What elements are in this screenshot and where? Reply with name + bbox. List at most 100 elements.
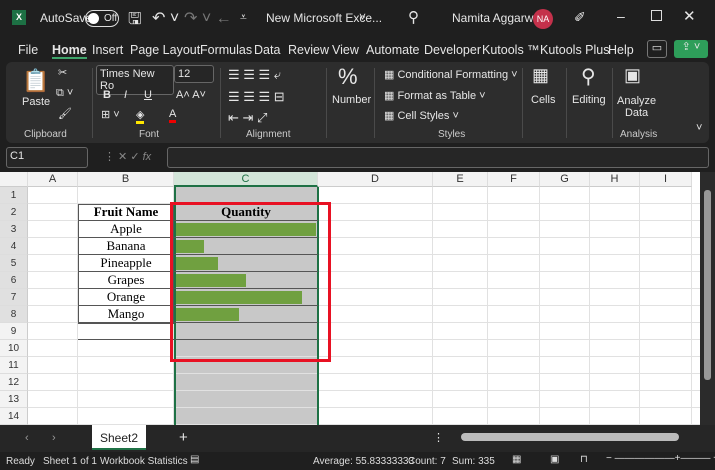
row-header-7[interactable]: 7 [0, 289, 28, 306]
font-size-select[interactable]: 12 [174, 65, 214, 83]
column-header-C[interactable]: C [174, 172, 318, 187]
page-layout-view-icon[interactable]: ▣ [550, 454, 559, 465]
cut-icon[interactable]: ✂ [58, 66, 67, 79]
pen-icon[interactable]: ✐ [574, 9, 586, 26]
tab-kutools[interactable]: Kutools ™ [482, 43, 540, 57]
save-icon[interactable]: 🖫 [128, 8, 142, 35]
tab-help[interactable]: Help [608, 43, 634, 57]
cells-button[interactable]: Cells [531, 94, 555, 106]
fruit-name-cell[interactable]: Orange [78, 289, 174, 306]
undo-icon[interactable]: ↶ ˅ [152, 8, 179, 28]
borders-icon[interactable]: ⊞ ˅ [101, 108, 120, 121]
fruit-name-cell[interactable]: Mango [78, 306, 174, 323]
row-header-6[interactable]: 6 [0, 272, 28, 289]
row-header-11[interactable]: 11 [0, 357, 28, 374]
prev-sheet-icon[interactable]: ‹ [25, 432, 29, 444]
align-horizontal-icons[interactable]: ☰ ☰ ☰ ⊟ [228, 89, 285, 105]
bold-button[interactable]: B [103, 89, 111, 101]
row-header-8[interactable]: 8 [0, 306, 28, 323]
row-header-14[interactable]: 14 [0, 408, 28, 425]
add-sheet-icon[interactable]: + [179, 429, 188, 446]
format-as-table-button[interactable]: ▦ Format as Table ˅ [384, 89, 486, 102]
column-header-B[interactable]: B [78, 172, 174, 187]
font-color-icon[interactable]: A [169, 108, 177, 123]
share-button[interactable]: ⇪ ˅ [674, 40, 708, 58]
vertical-scrollbar[interactable] [700, 172, 715, 425]
tab-file[interactable]: File [18, 43, 38, 57]
zoom-slider[interactable]: − ——————+——— + [606, 453, 715, 464]
row-header-1[interactable]: 1 [0, 187, 28, 204]
number-format-icon[interactable]: % [338, 64, 358, 90]
column-header-E[interactable]: E [433, 172, 488, 187]
editing-icon[interactable]: ⚲ [581, 64, 596, 89]
copy-icon[interactable]: ⧉ ˅ [56, 87, 73, 100]
column-header-G[interactable]: G [540, 172, 590, 187]
editing-button[interactable]: Editing [572, 94, 606, 106]
tab-developer[interactable]: Developer [424, 43, 481, 57]
font-grow-icon[interactable]: A˄ A˅ [176, 89, 206, 101]
comments-button[interactable]: ▭ [647, 40, 667, 58]
fruit-name-cell[interactable]: Grapes [78, 272, 174, 289]
row-header-10[interactable]: 10 [0, 340, 28, 357]
title-chevron-icon[interactable]: ˅ [359, 10, 366, 24]
page-break-view-icon[interactable]: ⊓ [580, 454, 588, 465]
fruit-name-cell[interactable]: Pineapple [78, 255, 174, 272]
paste-icon[interactable]: 📋 [22, 68, 49, 94]
analyze-data-icon[interactable]: ▣ [624, 65, 641, 86]
tab-home[interactable]: Home [52, 43, 87, 59]
collapse-ribbon-icon[interactable]: ˅ [696, 122, 702, 134]
accessibility-icon[interactable]: ▤ [190, 454, 199, 465]
row-header-9[interactable]: 9 [0, 323, 28, 340]
conditional-formatting-button[interactable]: ▦ Conditional Formatting ˅ [384, 68, 518, 81]
workbook-statistics[interactable]: Workbook Statistics [100, 456, 188, 467]
select-all[interactable] [0, 172, 28, 187]
column-header-I[interactable]: I [640, 172, 692, 187]
minimize-icon[interactable]: – [617, 8, 625, 24]
row-header-2[interactable]: 2 [0, 204, 28, 221]
worksheet-grid[interactable]: ABCDEFGHI123456789101112131415Fruit Name… [0, 172, 700, 425]
tab-formulas[interactable]: Formulas [200, 43, 252, 57]
italic-button[interactable]: I [124, 89, 127, 101]
row-header-4[interactable]: 4 [0, 238, 28, 255]
close-icon[interactable]: ✕ [683, 7, 696, 25]
row-header-3[interactable]: 3 [0, 221, 28, 238]
indent-icons[interactable]: ⇤ ⇥ ⤢ [228, 110, 267, 126]
cell-styles-button[interactable]: ▦ Cell Styles ˅ [384, 109, 459, 122]
normal-view-icon[interactable]: ▦ [512, 454, 521, 465]
name-box[interactable]: C1 [6, 147, 88, 168]
fruit-name-cell[interactable]: Banana [78, 238, 174, 255]
cells-icon[interactable]: ▦ [532, 65, 549, 86]
paste-button[interactable]: Paste [22, 96, 50, 108]
sheet-tab-sheet2[interactable]: Sheet2 [92, 425, 147, 450]
tab-automate[interactable]: Automate [366, 43, 420, 57]
avatar[interactable]: NA [533, 9, 553, 29]
row-header-13[interactable]: 13 [0, 391, 28, 408]
customize-qat-icon[interactable]: ⩡ [240, 10, 247, 25]
horizontal-scrollbar[interactable] [449, 433, 703, 443]
column-header-A[interactable]: A [28, 172, 78, 187]
row-header-12[interactable]: 12 [0, 374, 28, 391]
tab-view[interactable]: View [332, 43, 359, 57]
analyze-data-button[interactable]: Analyze Data [617, 95, 656, 119]
fruit-name-cell[interactable]: Apple [78, 221, 174, 238]
search-icon[interactable]: ⚲ [408, 8, 419, 26]
column-header-F[interactable]: F [488, 172, 540, 187]
formula-input[interactable] [167, 147, 709, 168]
number-button[interactable]: Number [332, 94, 371, 106]
next-sheet-icon[interactable]: › [52, 432, 56, 444]
tab-kutools-plus[interactable]: Kutools Plus [540, 43, 609, 57]
tab-review[interactable]: Review [288, 43, 329, 57]
maximize-icon[interactable] [651, 10, 662, 21]
column-header-H[interactable]: H [590, 172, 640, 187]
column-header-D[interactable]: D [318, 172, 433, 187]
more-options-icon[interactable]: ⋮ [433, 431, 444, 444]
tab-insert[interactable]: Insert [92, 43, 123, 57]
tab-data[interactable]: Data [254, 43, 280, 57]
fill-color-icon[interactable]: ◈ [136, 108, 145, 124]
underline-button[interactable]: U [144, 89, 152, 101]
row-header-5[interactable]: 5 [0, 255, 28, 272]
format-painter-icon[interactable]: 🖌 [58, 107, 72, 120]
align-top-icons[interactable]: ☰ ☰ ☰ ⤶ [228, 67, 281, 83]
autosave-toggle[interactable]: Off [85, 10, 119, 27]
tab-page-layout[interactable]: Page Layout [130, 43, 200, 57]
